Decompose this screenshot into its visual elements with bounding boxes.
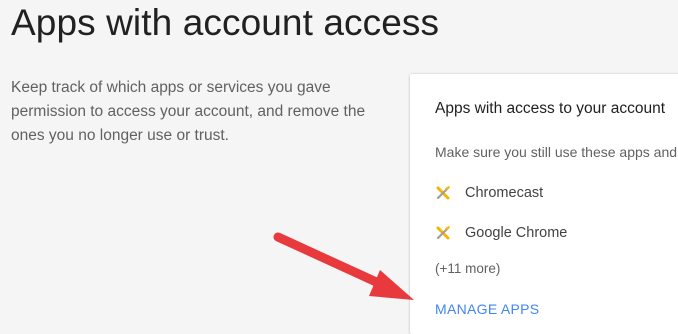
page-title: Apps with account access [11,2,440,43]
page-description: Keep track of which apps or services you… [11,79,366,144]
app-name: Chromecast [465,185,544,201]
card-title: Apps with access to your account [435,100,666,117]
app-item-google-chrome[interactable]: Google Chrome [435,222,567,244]
card-subtitle: Make sure you still use these apps and [435,144,678,160]
more-apps-count: (+11 more) [435,261,501,276]
chromecast-app-icon [435,185,451,201]
manage-apps-link[interactable]: MANAGE APPS [435,301,539,317]
chrome-app-icon [435,225,451,241]
app-item-chromecast[interactable]: Chromecast [435,182,543,204]
apps-access-card: Apps with access to your account Make su… [410,74,678,334]
app-name: Google Chrome [465,225,568,241]
